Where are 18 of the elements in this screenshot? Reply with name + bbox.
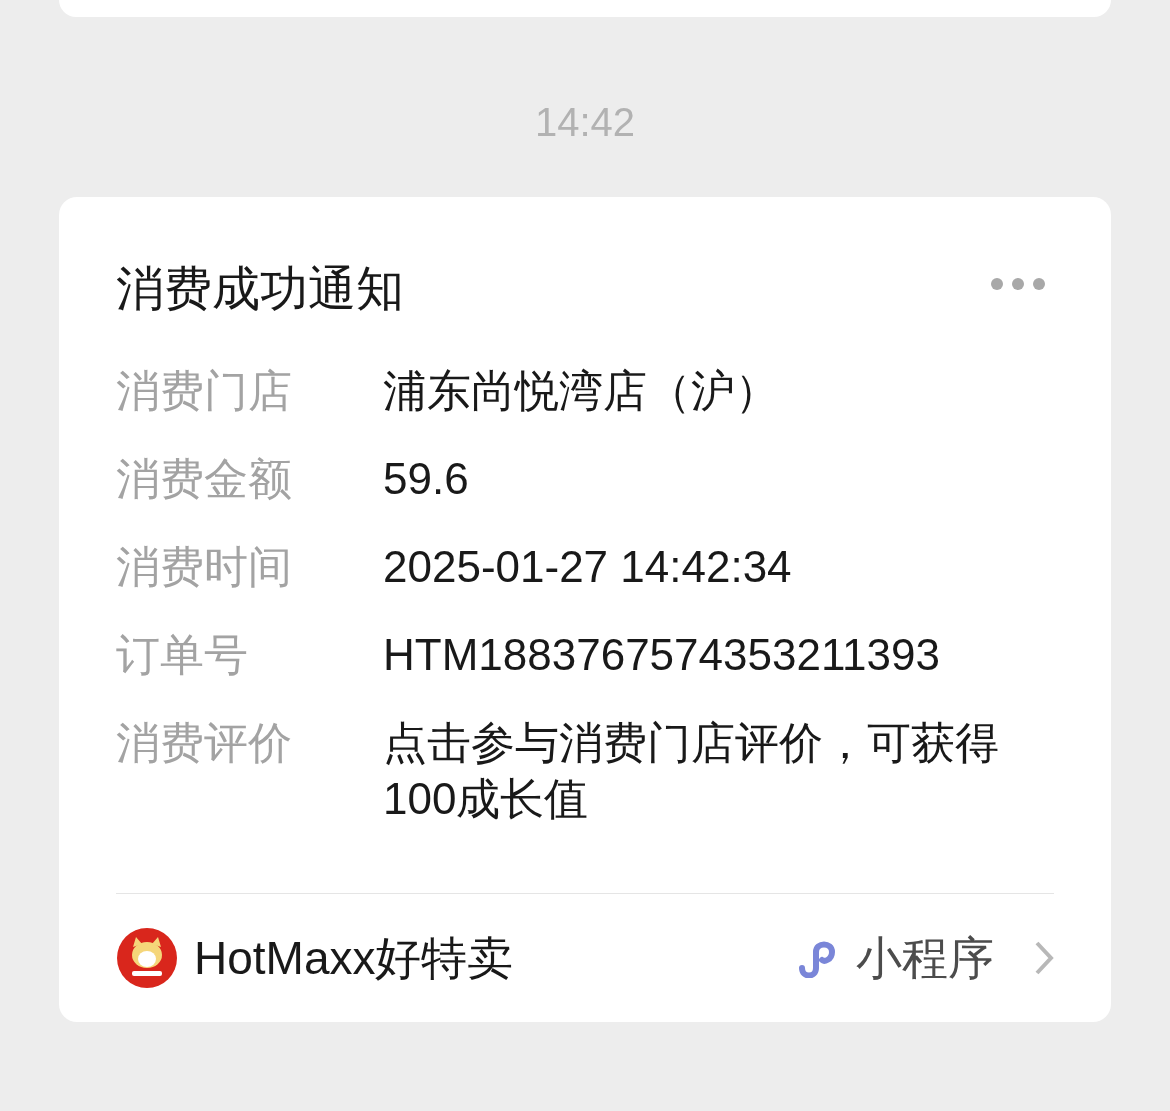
field-value: 59.6 [383, 453, 470, 505]
notification-card[interactable]: 消费成功通知 消费门店 浦东尚悦湾店（沪） 消费金额 59.6 消费时间 2025-01-27 14:42:34 订单号 HTM1883767574353211393 消费评价 点击参与消费门店评价，可获得100成长值 HotMaxx好特卖 小程序 [59, 197, 1111, 1022]
field-value: HTM1883767574353211393 [383, 629, 941, 681]
mini-program-label: 小程序 [856, 931, 994, 986]
field-label: 消费门店 [116, 365, 293, 417]
field-label: 消费时间 [116, 541, 293, 593]
field-value: 浦东尚悦湾店（沪） [383, 365, 780, 417]
brand-logo-icon [116, 927, 178, 989]
card-title: 消费成功通知 [116, 261, 404, 317]
mini-program-name: HotMaxx好特卖 [194, 931, 514, 986]
timestamp: 14:42 [534, 99, 636, 146]
field-label: 订单号 [116, 629, 249, 681]
chevron-right-icon[interactable] [1034, 940, 1054, 976]
field-value: 2025-01-27 14:42:34 [383, 541, 793, 593]
field-value: 点击参与消费门店评价，可获得100成长值 [383, 717, 1000, 825]
field-label: 消费金额 [116, 453, 293, 505]
field-label: 消费评价 [116, 717, 293, 769]
more-icon[interactable] [990, 277, 1046, 291]
